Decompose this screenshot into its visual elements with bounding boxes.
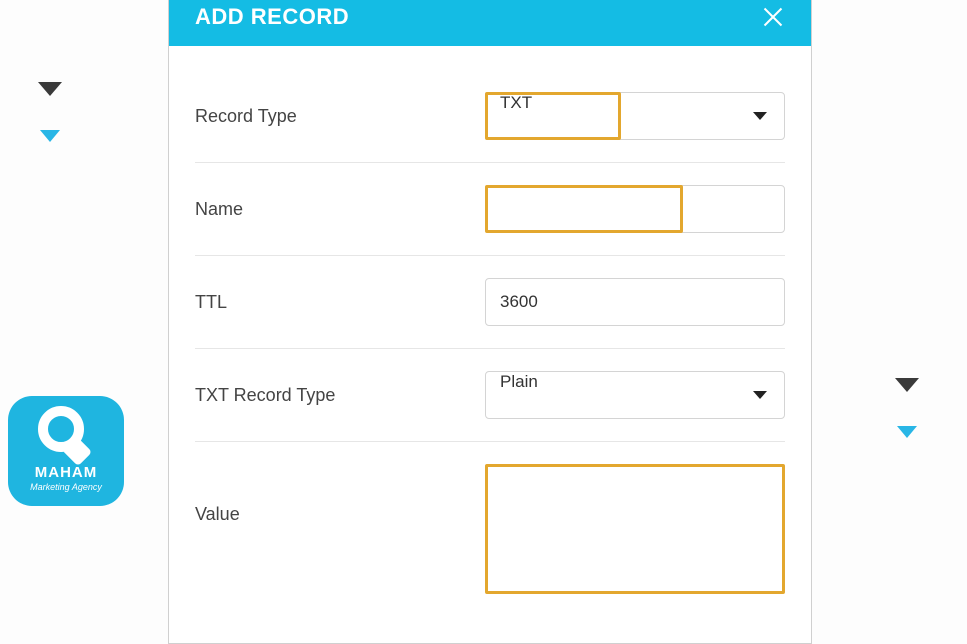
triangle-dark-icon [38, 82, 62, 96]
row-name: Name [195, 185, 785, 256]
add-record-modal: ADD RECORD Record Type TXT Name TTL [168, 0, 812, 644]
modal-body: Record Type TXT Name TTL TXT Recor [169, 46, 811, 621]
row-record-type: Record Type TXT [195, 92, 785, 163]
name-input[interactable] [485, 185, 785, 233]
row-txt-record-type: TXT Record Type Plain [195, 371, 785, 442]
txt-record-type-select[interactable]: Plain [485, 371, 785, 419]
ttl-label: TTL [195, 292, 485, 313]
brand-logo: MAHAM Marketing Agency [8, 396, 124, 506]
triangle-dark-icon [895, 378, 919, 392]
name-label: Name [195, 199, 485, 220]
triangle-blue-icon [40, 130, 60, 142]
txt-record-type-value: Plain [500, 372, 538, 391]
value-label: Value [195, 464, 485, 525]
logo-name: MAHAM [8, 464, 124, 481]
txt-record-type-label: TXT Record Type [195, 385, 485, 406]
modal-title: ADD RECORD [195, 4, 349, 30]
row-ttl: TTL [195, 278, 785, 349]
record-type-label: Record Type [195, 106, 485, 127]
value-textarea[interactable] [485, 464, 785, 594]
ttl-input[interactable] [485, 278, 785, 326]
modal-header: ADD RECORD [169, 0, 811, 46]
row-value: Value [195, 464, 785, 621]
close-icon[interactable] [761, 5, 785, 29]
record-type-value: TXT [500, 93, 532, 112]
triangle-blue-icon [897, 426, 917, 438]
record-type-select[interactable]: TXT [485, 92, 785, 140]
logo-tagline: Marketing Agency [8, 482, 124, 492]
